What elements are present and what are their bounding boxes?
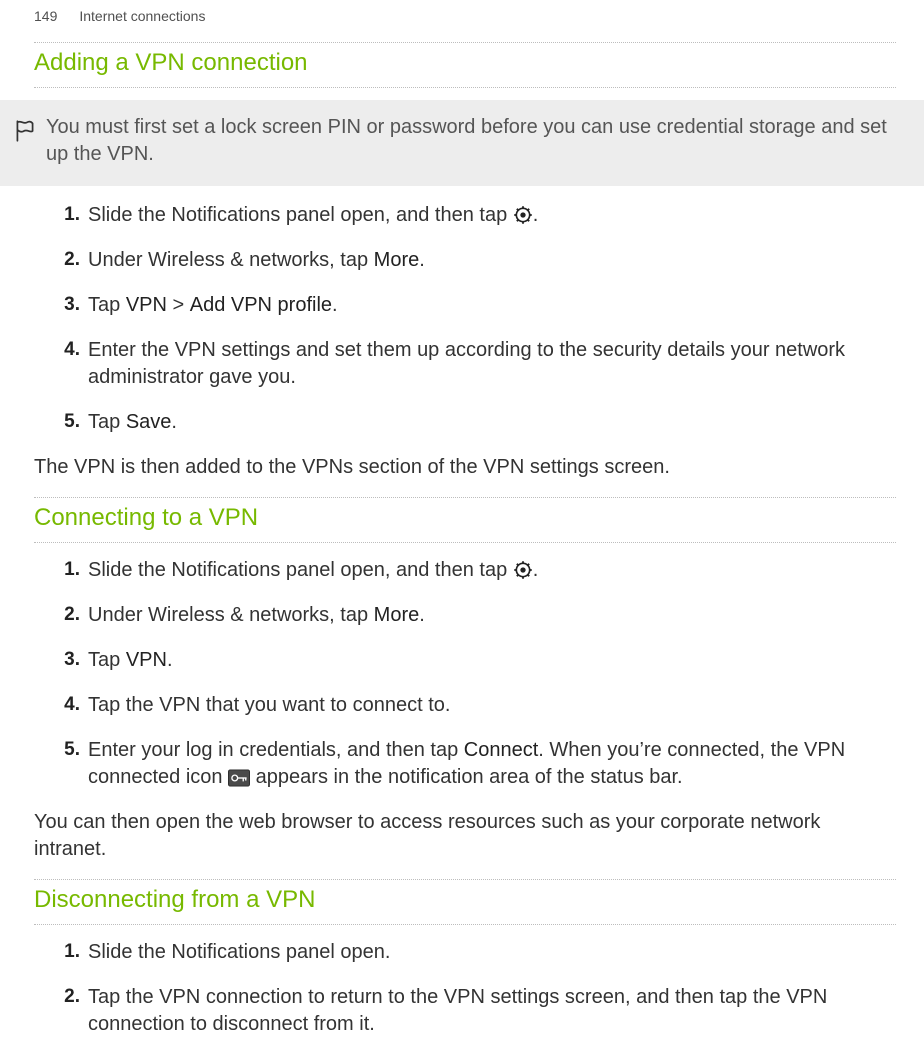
notice-text: You must first set a lock screen PIN or … (46, 114, 896, 168)
document-page: 149 Internet connections Adding a VPN co… (0, 0, 924, 1038)
step-text: Tap the VPN connection to return to the … (88, 984, 896, 1038)
step-number: 1. (50, 202, 80, 228)
section-title: Disconnecting from a VPN (34, 886, 315, 913)
step-text: Tap Save. (88, 409, 896, 436)
step-text: Under Wireless & networks, tap More. (88, 602, 896, 629)
step-3: 3. Tap VPN > Add VPN profile. (50, 292, 896, 319)
settings-gear-icon (513, 205, 533, 225)
page-number: 149 (34, 8, 57, 24)
section1-body: 1. Slide the Notifications panel open, a… (0, 202, 924, 481)
step-number: 3. (50, 647, 80, 673)
bold-term: Save (126, 411, 172, 433)
text-fragment: appears in the notification area of the … (256, 766, 683, 788)
text-fragment: Tap (88, 411, 126, 433)
step-text: Tap VPN > Add VPN profile. (88, 292, 896, 319)
step-4: 4. Enter the VPN settings and set them u… (50, 337, 896, 391)
step-text: Slide the Notifications panel open, and … (88, 202, 896, 229)
section-heading-disconnecting-vpn: Disconnecting from a VPN (34, 879, 896, 925)
text-fragment: . (171, 411, 177, 433)
step-text: Enter your log in credentials, and then … (88, 737, 896, 791)
step-text: Slide the Notifications panel open. (88, 939, 896, 966)
text-fragment: . (419, 604, 425, 626)
step-number: 1. (50, 939, 80, 965)
step-text: Under Wireless & networks, tap More. (88, 247, 896, 274)
step-1: 1. Slide the Notifications panel open, a… (50, 557, 896, 584)
text-fragment: > (167, 294, 190, 316)
step-number: 2. (50, 247, 80, 273)
section-heading-connecting-vpn: Connecting to a VPN (34, 497, 896, 543)
steps-list: 1. Slide the Notifications panel open, a… (34, 557, 896, 791)
text-fragment: . (533, 204, 539, 226)
vpn-connected-icon (228, 768, 250, 786)
bold-term: VPN (126, 294, 167, 316)
text-fragment: . (419, 249, 425, 271)
step-text: Tap VPN. (88, 647, 896, 674)
text-fragment: Tap (88, 649, 126, 671)
text-fragment: Under Wireless & networks, tap (88, 249, 374, 271)
text-fragment: . (533, 559, 539, 581)
step-number: 3. (50, 292, 80, 318)
section-heading-adding-vpn: Adding a VPN connection (34, 42, 896, 88)
step-number: 4. (50, 337, 80, 363)
step-number: 1. (50, 557, 80, 583)
step-5: 5. Enter your log in credentials, and th… (50, 737, 896, 791)
text-fragment: . (167, 649, 173, 671)
step-2: 2. Under Wireless & networks, tap More. (50, 602, 896, 629)
step-5: 5. Tap Save. (50, 409, 896, 436)
step-1: 1. Slide the Notifications panel open, a… (50, 202, 896, 229)
step-text: Enter the VPN settings and set them up a… (88, 337, 896, 391)
section2-after-text: You can then open the web browser to acc… (34, 809, 896, 863)
step-2: 2. Tap the VPN connection to return to t… (50, 984, 896, 1038)
chapter-title: Internet connections (79, 8, 205, 24)
section3-body: 1. Slide the Notifications panel open. 2… (0, 939, 924, 1038)
notice-box: You must first set a lock screen PIN or … (0, 100, 924, 186)
bold-term: Add VPN profile (190, 294, 332, 316)
bold-term: Connect (464, 739, 539, 761)
step-number: 4. (50, 692, 80, 718)
step-2: 2. Under Wireless & networks, tap More. (50, 247, 896, 274)
page-header: 149 Internet connections (0, 0, 924, 42)
step-number: 5. (50, 409, 80, 435)
settings-gear-icon (513, 560, 533, 580)
section2-body: 1. Slide the Notifications panel open, a… (0, 557, 924, 863)
section-title: Connecting to a VPN (34, 504, 258, 531)
bold-term: More (374, 604, 420, 626)
text-fragment: Tap (88, 294, 126, 316)
text-fragment: Under Wireless & networks, tap (88, 604, 374, 626)
step-4: 4. Tap the VPN that you want to connect … (50, 692, 896, 719)
step-number: 5. (50, 737, 80, 763)
text-fragment: Slide the Notifications panel open, and … (88, 559, 513, 581)
text-fragment: . (332, 294, 338, 316)
section-title: Adding a VPN connection (34, 49, 308, 76)
step-number: 2. (50, 984, 80, 1010)
step-number: 2. (50, 602, 80, 628)
step-text: Tap the VPN that you want to connect to. (88, 692, 896, 719)
bold-term: VPN (126, 649, 167, 671)
text-fragment: Slide the Notifications panel open, and … (88, 204, 513, 226)
steps-list: 1. Slide the Notifications panel open, a… (34, 202, 896, 436)
step-3: 3. Tap VPN. (50, 647, 896, 674)
step-1: 1. Slide the Notifications panel open. (50, 939, 896, 966)
flag-icon (12, 118, 38, 144)
bold-term: More (374, 249, 420, 271)
section1-after-text: The VPN is then added to the VPNs sectio… (34, 454, 896, 481)
step-text: Slide the Notifications panel open, and … (88, 557, 896, 584)
text-fragment: Enter your log in credentials, and then … (88, 739, 464, 761)
steps-list: 1. Slide the Notifications panel open. 2… (34, 939, 896, 1038)
